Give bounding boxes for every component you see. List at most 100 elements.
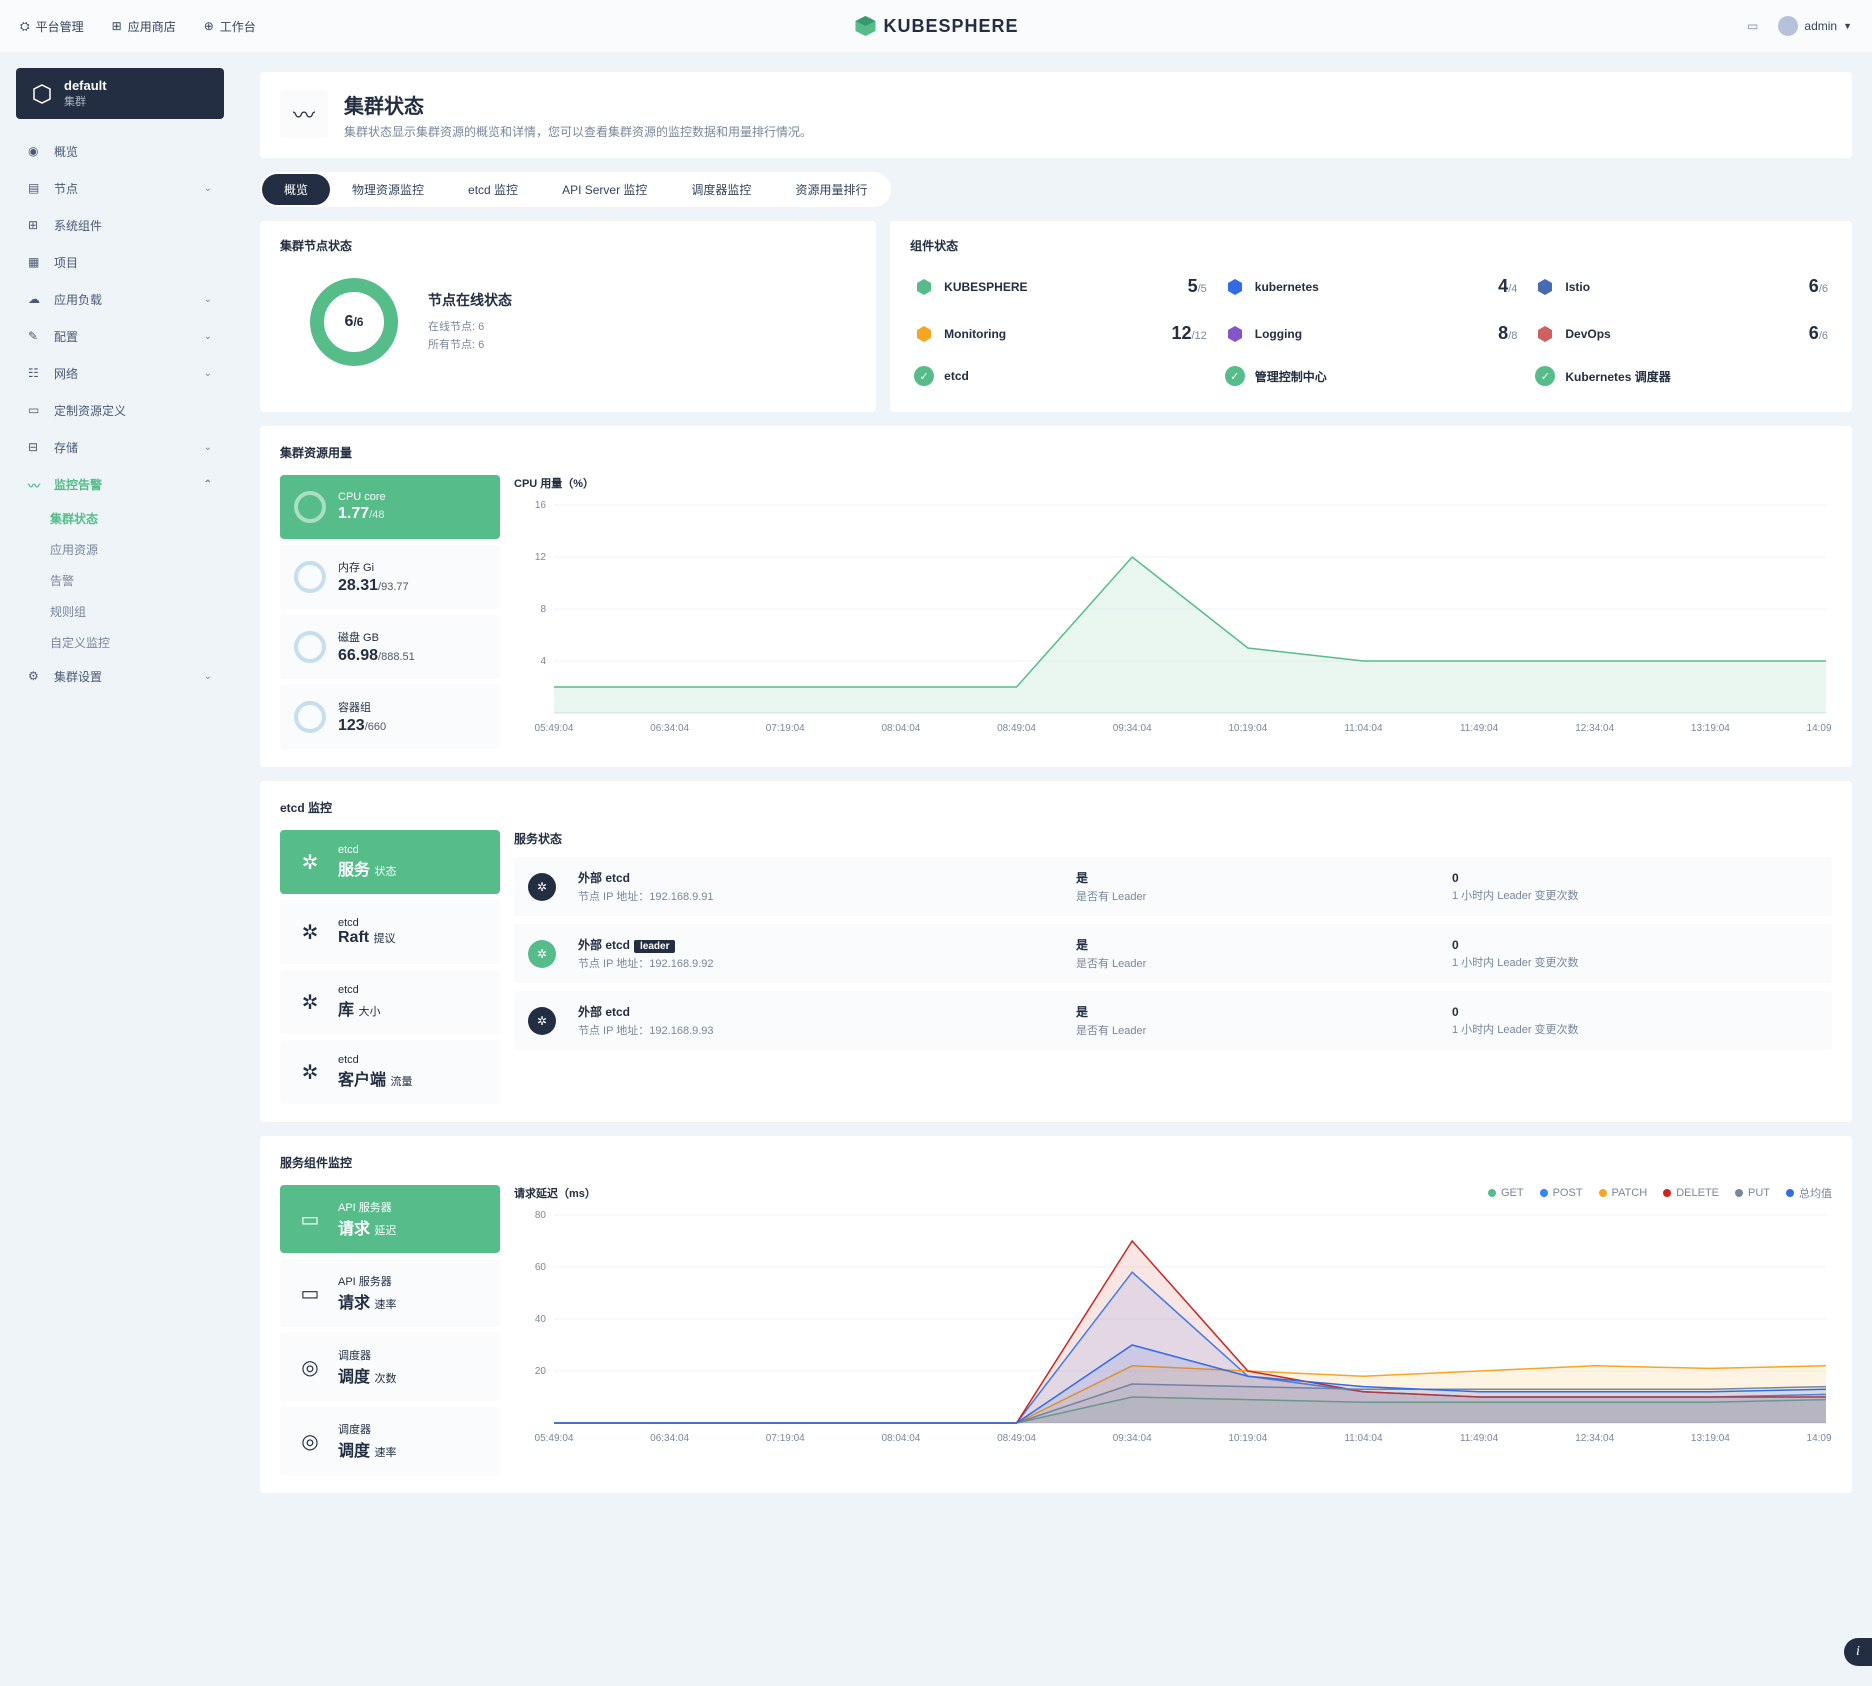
user-menu[interactable]: admin ▼	[1778, 16, 1852, 36]
tab-4[interactable]: 调度器监控	[669, 174, 773, 205]
chevron-down-icon: ⌄	[204, 183, 212, 194]
legend-item: GET	[1488, 1187, 1524, 1199]
tab-2[interactable]: etcd 监控	[446, 174, 540, 205]
svc-tab[interactable]: ◎调度器调度 速率	[280, 1407, 500, 1475]
svg-text:4: 4	[540, 656, 546, 667]
svc-icon: ▭	[294, 1277, 326, 1309]
nav-sub-item[interactable]: 规则组	[50, 596, 224, 627]
main-content: 〰 集群状态 集群状态显示集群资源的概览和详情，您可以查看集群资源的监控数据和用…	[240, 52, 1872, 1686]
page-header: 〰 集群状态 集群状态显示集群资源的概览和详情，您可以查看集群资源的监控数据和用…	[260, 72, 1852, 158]
svg-text:05:49:04: 05:49:04	[535, 723, 574, 734]
chevron-down-icon: ⌄	[204, 331, 212, 342]
nav-config[interactable]: ✎配置⌄	[16, 318, 224, 355]
svg-text:14:09:04: 14:09:04	[1807, 1433, 1832, 1444]
component-row[interactable]: kubernetes4/4	[1221, 268, 1522, 305]
svc-tab[interactable]: ◎调度器调度 次数	[280, 1333, 500, 1401]
component-row[interactable]: DevOps6/6	[1531, 315, 1832, 352]
help-fab[interactable]: i	[1844, 1638, 1872, 1666]
component-status-row[interactable]: ✓etcd	[910, 358, 1211, 394]
etcd-tab[interactable]: ✲etcd服务 状态	[280, 830, 500, 894]
gear-icon: ⛭	[20, 19, 30, 34]
network-icon: ☷	[28, 366, 44, 382]
nav-sub-item[interactable]: 自定义监控	[50, 627, 224, 658]
svg-text:10:19:04: 10:19:04	[1228, 723, 1267, 734]
nav-project[interactable]: ▦项目	[16, 244, 224, 281]
etcd-service-row: ✲ 外部 etcdleader节点 IP 地址：192.168.9.92 是是否…	[514, 924, 1832, 983]
component-icon	[1225, 277, 1245, 297]
nav-components[interactable]: ⊞系统组件	[16, 207, 224, 244]
svg-text:12:34:04: 12:34:04	[1575, 1433, 1614, 1444]
nav-storage[interactable]: ⊟存储⌄	[16, 429, 224, 466]
nav-settings[interactable]: ⚙集群设置⌄	[16, 658, 224, 695]
cluster-selector[interactable]: default 集群	[16, 68, 224, 119]
nav-dashboard[interactable]: ◉概览	[16, 133, 224, 170]
nav-network[interactable]: ☷网络⌄	[16, 355, 224, 392]
svc-icon: ▭	[294, 1203, 326, 1235]
component-status-row[interactable]: ✓管理控制中心	[1221, 358, 1522, 394]
nav-sub-item[interactable]: 集群状态	[50, 503, 224, 534]
svg-text:14:09:04: 14:09:04	[1807, 723, 1832, 734]
component-row[interactable]: Logging8/8	[1221, 315, 1522, 352]
storage-icon: ⊟	[28, 440, 44, 456]
svg-text:16: 16	[535, 500, 547, 511]
resource-tab[interactable]: 内存 Gi28.31/93.77	[280, 545, 500, 609]
workbench-nav[interactable]: ⊕ 工作台	[204, 18, 256, 35]
node-status-card: 集群节点状态 6/6 节点在线状态 在线节点: 6 所有节点: 6	[260, 221, 876, 412]
tab-3[interactable]: API Server 监控	[540, 174, 669, 205]
svc-monitor-section: 服务组件监控 ▭API 服务器请求 延迟▭API 服务器请求 速率◎调度器调度 …	[260, 1136, 1852, 1493]
etcd-section: etcd 监控 ✲etcd服务 状态✲etcdRaft 提议✲etcd库 大小✲…	[260, 781, 1852, 1122]
svg-text:40: 40	[535, 1314, 547, 1325]
platform-nav[interactable]: ⛭ 平台管理	[20, 18, 84, 35]
check-icon: ✓	[1535, 366, 1555, 386]
svg-text:8: 8	[540, 604, 546, 615]
svc-tab[interactable]: ▭API 服务器请求 速率	[280, 1259, 500, 1327]
nav-sub-item[interactable]: 应用资源	[50, 534, 224, 565]
resource-tab[interactable]: 容器组123/660	[280, 685, 500, 749]
etcd-node-icon: ✲	[528, 873, 556, 901]
tab-5[interactable]: 资源用量排行	[773, 174, 889, 205]
svc-tab[interactable]: ▭API 服务器请求 延迟	[280, 1185, 500, 1253]
svg-text:13:19:04: 13:19:04	[1691, 1433, 1730, 1444]
nav-crd[interactable]: ▭定制资源定义	[16, 392, 224, 429]
svg-text:08:49:04: 08:49:04	[997, 723, 1036, 734]
etcd-tab[interactable]: ✲etcd库 大小	[280, 970, 500, 1034]
check-icon: ✓	[1225, 366, 1245, 386]
component-row[interactable]: KUBESPHERE5/5	[910, 268, 1211, 305]
nav-nodes[interactable]: ▤节点⌄	[16, 170, 224, 207]
etcd-node-icon: ✲	[528, 1007, 556, 1035]
docs-icon[interactable]: ▭	[1747, 19, 1758, 33]
etcd-node-icon: ✲	[528, 940, 556, 968]
nav-monitor[interactable]: 〰监控告警⌃	[16, 466, 224, 503]
resource-tab[interactable]: 磁盘 GB66.98/888.51	[280, 615, 500, 679]
etcd-tab[interactable]: ✲etcdRaft 提议	[280, 900, 500, 964]
brand-logo[interactable]: KUBESPHERE	[853, 14, 1018, 38]
appstore-nav[interactable]: ⊞ 应用商店	[112, 18, 176, 35]
legend-item: PATCH	[1599, 1187, 1648, 1199]
resource-tab[interactable]: CPU core1.77/48	[280, 475, 500, 539]
etcd-tab[interactable]: ✲etcd客户端 流量	[280, 1040, 500, 1104]
svg-text:11:49:04: 11:49:04	[1460, 1433, 1499, 1444]
tab-0[interactable]: 概览	[262, 174, 330, 205]
svg-text:07:19:04: 07:19:04	[766, 1433, 805, 1444]
component-icon	[914, 324, 934, 344]
ring-icon	[294, 631, 326, 663]
etcd-service-row: ✲ 外部 etcd节点 IP 地址：192.168.9.91 是是否有 Lead…	[514, 857, 1832, 916]
settings-icon: ⚙	[28, 669, 44, 685]
project-icon: ▦	[28, 255, 44, 271]
tab-1[interactable]: 物理资源监控	[330, 174, 446, 205]
components-icon: ⊞	[28, 218, 44, 234]
nav-sub-item[interactable]: 告警	[50, 565, 224, 596]
workload-icon: ☁	[28, 292, 44, 308]
nav-workload[interactable]: ☁应用负载⌄	[16, 281, 224, 318]
component-row[interactable]: Monitoring12/12	[910, 315, 1211, 352]
component-status-card: 组件状态 KUBESPHERE5/5kubernetes4/4Istio6/6M…	[890, 221, 1852, 412]
svg-text:11:04:04: 11:04:04	[1344, 1433, 1383, 1444]
cpu-usage-chart: 48121605:49:0406:34:0407:19:0408:04:0408…	[514, 499, 1832, 739]
svg-text:80: 80	[535, 1210, 547, 1221]
component-row[interactable]: Istio6/6	[1531, 268, 1832, 305]
svc-icon: ◎	[294, 1425, 326, 1457]
component-status-row[interactable]: ✓Kubernetes 调度器	[1531, 358, 1832, 394]
dashboard-icon: ◉	[28, 144, 44, 160]
svc-icon: ◎	[294, 1351, 326, 1383]
svg-text:09:34:04: 09:34:04	[1113, 723, 1152, 734]
